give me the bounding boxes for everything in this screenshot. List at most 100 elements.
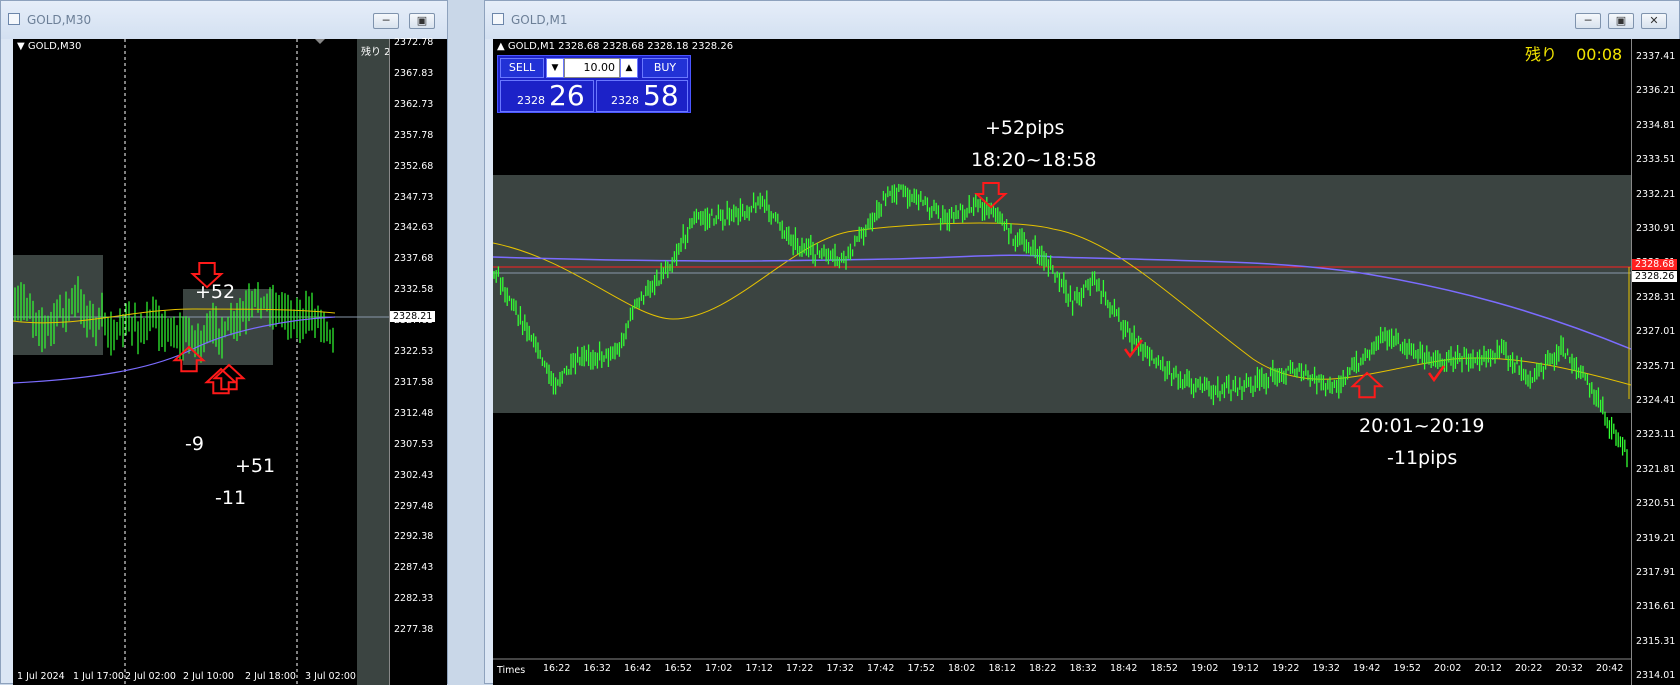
y-tick-label: 2287.43 [394, 562, 434, 574]
left-chart-window[interactable]: GOLD,M30 ─ ▣ ✕ ▼ GOLD,M30 残り 26:18 +52 -… [0, 0, 448, 685]
maximize-icon: ▣ [1615, 14, 1627, 27]
chart-shift-marker-icon [315, 39, 325, 44]
y-tick-label: 2367.83 [394, 67, 434, 79]
y-tick-label: 2282.33 [394, 593, 434, 605]
remaining-label: 残り [1525, 45, 1558, 64]
x-tick-label: 17:32 [826, 663, 854, 674]
y-tick-label: 2315.31 [1636, 635, 1676, 647]
sell-price-prefix: 2328 [517, 94, 545, 107]
sell-button[interactable]: SELL [500, 58, 544, 78]
x-tick-label: 16:22 [543, 663, 571, 674]
y-tick-label: 2337.41 [1636, 51, 1676, 62]
x-tick-label: 1 Jul 17:00 [73, 671, 124, 682]
window-icon [492, 13, 504, 25]
left-chart-symbol-text: GOLD,M30 [27, 41, 82, 52]
y-tick-label: 2324.41 [1636, 395, 1676, 406]
annotation-minus9: -9 [185, 433, 204, 455]
future-shaded-area [357, 39, 389, 685]
x-tick-label: 19:12 [1231, 663, 1259, 674]
y-tick-label: 2327.01 [1636, 326, 1676, 338]
x-tick-label: 20:12 [1474, 663, 1502, 674]
y-tick-label: 2342.63 [394, 222, 434, 234]
y-tick-label: 2312.48 [394, 407, 434, 419]
x-tick-label: 19:22 [1272, 663, 1300, 674]
x-tick-label: 18:52 [1150, 663, 1178, 674]
right-remaining-time: 残り 00:08 [1525, 41, 1622, 65]
x-tick-label: 3 Jul 02:00 [305, 671, 356, 682]
right-chart-window[interactable]: GOLD,M1 ─ ▣ ✕ ▲ GOLD,M1 2328.68 2328.68 … [484, 0, 1680, 685]
x-tick-label: 2 Jul 02:00 [125, 671, 176, 682]
lot-decrease-button[interactable]: ▼ [546, 58, 564, 78]
y-tick-label: 2334.81 [1636, 119, 1676, 131]
chevron-up-icon: ▲ [625, 63, 633, 73]
y-tick-label: 2292.38 [394, 531, 434, 543]
annotation-minus11: -11 [215, 487, 247, 509]
sell-price-display[interactable]: 2328 26 [500, 79, 594, 112]
y-tick-label: 2333.51 [1636, 154, 1676, 166]
y-tick-label: 2307.53 [394, 438, 434, 450]
annotation-profit-range: 18:20~18:58 [971, 149, 1097, 171]
close-icon: ✕ [1649, 14, 1659, 27]
maximize-button[interactable]: ▣ [409, 13, 435, 29]
sell-price-big: 26 [549, 79, 585, 112]
close-button[interactable]: ✕ [1641, 13, 1667, 29]
x-tick-label: 19:02 [1191, 663, 1219, 674]
x-tick-label: 17:22 [786, 663, 814, 674]
x-tick-label: 16:32 [583, 663, 611, 674]
left-window-titlebar[interactable]: GOLD,M30 ─ ▣ ✕ [1, 1, 447, 39]
y-tick-label: 2325.71 [1636, 360, 1676, 372]
y-tick-label: 2320.51 [1636, 498, 1676, 510]
minimize-button[interactable]: ─ [373, 13, 399, 29]
x-tick-label: 18:12 [988, 663, 1016, 674]
right-price-chart[interactable]: ▲ GOLD,M1 2328.68 2328.68 2328.18 2328.2… [493, 39, 1631, 685]
remaining-time-value: 00:08 [1576, 45, 1623, 64]
y-tick-label: 2314.01 [1636, 670, 1676, 682]
y-tick-label: 2277.38 [394, 624, 434, 636]
left-y-axis: 2372.78 2367.83 2362.73 2357.78 2352.68 2347.… [389, 37, 447, 685]
x-tick-label: 20:02 [1434, 663, 1462, 674]
x-tick-label: 20:42 [1596, 663, 1624, 674]
x-tick-label: 17:52 [907, 663, 935, 674]
dropdown-arrow-icon: ▲ [497, 41, 505, 52]
y-tick-label: 2317.91 [1636, 567, 1676, 578]
x-tick-label: 20:32 [1555, 663, 1583, 674]
x-tick-label: 18:32 [1069, 663, 1097, 674]
left-remaining-time: 残り 26:18 [361, 47, 389, 58]
range-zone-box [1549, 175, 1631, 413]
maximize-button[interactable]: ▣ [1608, 13, 1634, 29]
buy-price-prefix: 2328 [611, 94, 639, 107]
y-tick-label: 2336.21 [1636, 85, 1676, 97]
y-tick-label: 2332.58 [394, 284, 434, 296]
ask-price-tag: 2328.68 [1632, 259, 1678, 270]
x-tick-label: 17:02 [705, 663, 733, 674]
y-tick-label: 2297.48 [394, 500, 434, 512]
y-tick-label: 2319.21 [1636, 532, 1676, 544]
left-price-chart[interactable]: ▼ GOLD,M30 残り 26:18 +52 -9 +51 -11 1 Jul… [13, 39, 389, 685]
y-tick-label: 2357.78 [394, 129, 434, 141]
x-tick-label: 19:32 [1312, 663, 1340, 674]
x-tick-label: 18:22 [1029, 663, 1057, 674]
right-chart-symbol-label: ▲ GOLD,M1 2328.68 2328.68 2328.18 2328.2… [497, 41, 733, 52]
left-chart-canvas [13, 39, 389, 685]
minimize-icon: ─ [1584, 14, 1592, 27]
y-tick-label: 2322.53 [394, 346, 434, 357]
x-tick-label: 19:52 [1393, 663, 1421, 674]
x-tick-label: 2 Jul 10:00 [183, 671, 234, 682]
current-price-tag: 2328.21 [390, 311, 436, 322]
lot-increase-button[interactable]: ▲ [620, 58, 638, 78]
buy-button[interactable]: BUY [642, 58, 688, 78]
x-tick-label: 17:12 [745, 663, 773, 674]
y-tick-label: 2372.78 [394, 37, 434, 48]
range-zone-box [493, 175, 1549, 413]
right-window-titlebar[interactable]: GOLD,M1 ─ ▣ ✕ [485, 1, 1679, 39]
lot-size-input[interactable]: 10.00 [564, 58, 620, 78]
minimize-button[interactable]: ─ [1575, 13, 1601, 29]
one-click-trade-panel: SELL ▼ 10.00 ▲ BUY 2328 26 2328 58 [497, 55, 691, 113]
annotation-loss-pips: -11pips [1387, 447, 1458, 469]
annotation-plus52: +52 [195, 281, 236, 303]
dropdown-arrow-icon: ▼ [17, 41, 25, 52]
y-tick-label: 2352.68 [394, 160, 434, 172]
buy-price-display[interactable]: 2328 58 [596, 79, 688, 112]
y-tick-label: 2323.11 [1636, 429, 1676, 441]
maximize-icon: ▣ [416, 14, 428, 27]
